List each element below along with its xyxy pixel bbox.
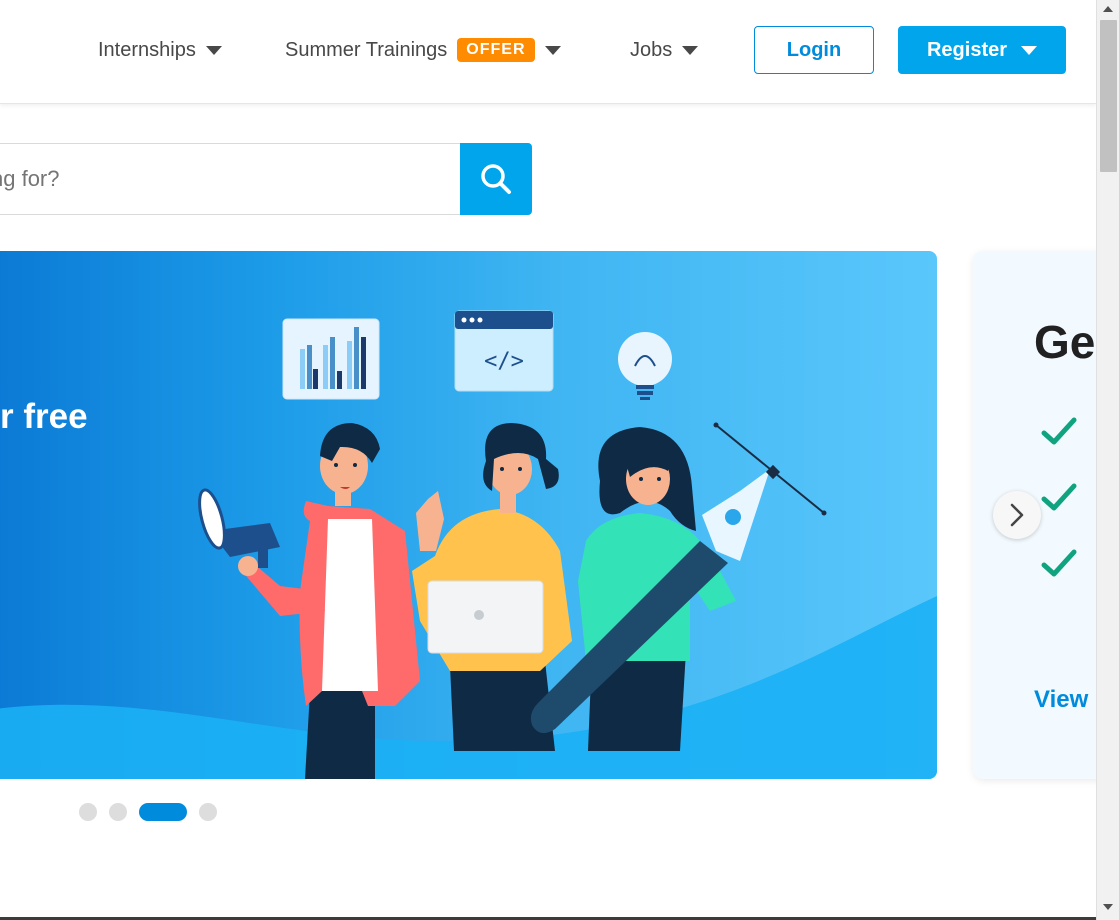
check-icon [1041, 417, 1077, 445]
carousel-dot-1[interactable] [79, 803, 97, 821]
nav-internships[interactable]: Internships [98, 36, 222, 64]
chevron-down-icon [682, 45, 699, 55]
man-figure [198, 423, 420, 779]
nav-summer-trainings-label: Summer Trainings [285, 38, 448, 61]
check-icon [1041, 483, 1077, 511]
scroll-thumb[interactable] [1100, 20, 1117, 172]
carousel-next-button[interactable] [993, 491, 1041, 539]
code-window-icon: </> [454, 310, 554, 392]
carousel-dot-2[interactable] [109, 803, 127, 821]
search-button[interactable] [460, 143, 532, 215]
woman-right-figure [530, 422, 827, 751]
site-header: Internships Summer Trainings OFFER Jobs … [0, 0, 1096, 104]
view-link[interactable]: View [1034, 686, 1088, 714]
nav-summer-trainings[interactable]: Summer Trainings OFFER [285, 36, 561, 64]
page-scrollbar[interactable] [1096, 0, 1119, 920]
nav-internships-label: Internships [98, 38, 196, 61]
register-button-label: Register [926, 38, 1008, 61]
svg-text:</>: </> [484, 349, 524, 374]
offer-badge: OFFER [457, 38, 535, 62]
chevron-down-icon [205, 45, 222, 55]
nav-jobs-label: Jobs [630, 38, 673, 61]
promo-banner[interactable]: r free </> [0, 251, 937, 779]
team-illustration: </> [198, 310, 827, 779]
search-box [0, 143, 462, 215]
chevron-right-icon [1010, 503, 1024, 527]
check-icon [1041, 549, 1077, 577]
lightbulb-icon [618, 332, 672, 400]
scroll-down-arrow-icon[interactable] [1103, 904, 1113, 910]
search-icon [481, 164, 511, 194]
search-input[interactable] [0, 144, 451, 214]
chevron-down-icon [1021, 45, 1038, 55]
scroll-up-arrow-icon[interactable] [1103, 6, 1113, 12]
nav-jobs[interactable]: Jobs [630, 36, 699, 64]
carousel-dot-4[interactable] [199, 803, 217, 821]
register-button[interactable]: Register [898, 26, 1066, 74]
side-card-title: Ge [1034, 316, 1096, 368]
carousel-dot-3-active[interactable] [139, 803, 187, 821]
bar-chart-icon [282, 318, 380, 400]
chevron-down-icon [544, 45, 561, 55]
login-button[interactable]: Login [754, 26, 874, 74]
